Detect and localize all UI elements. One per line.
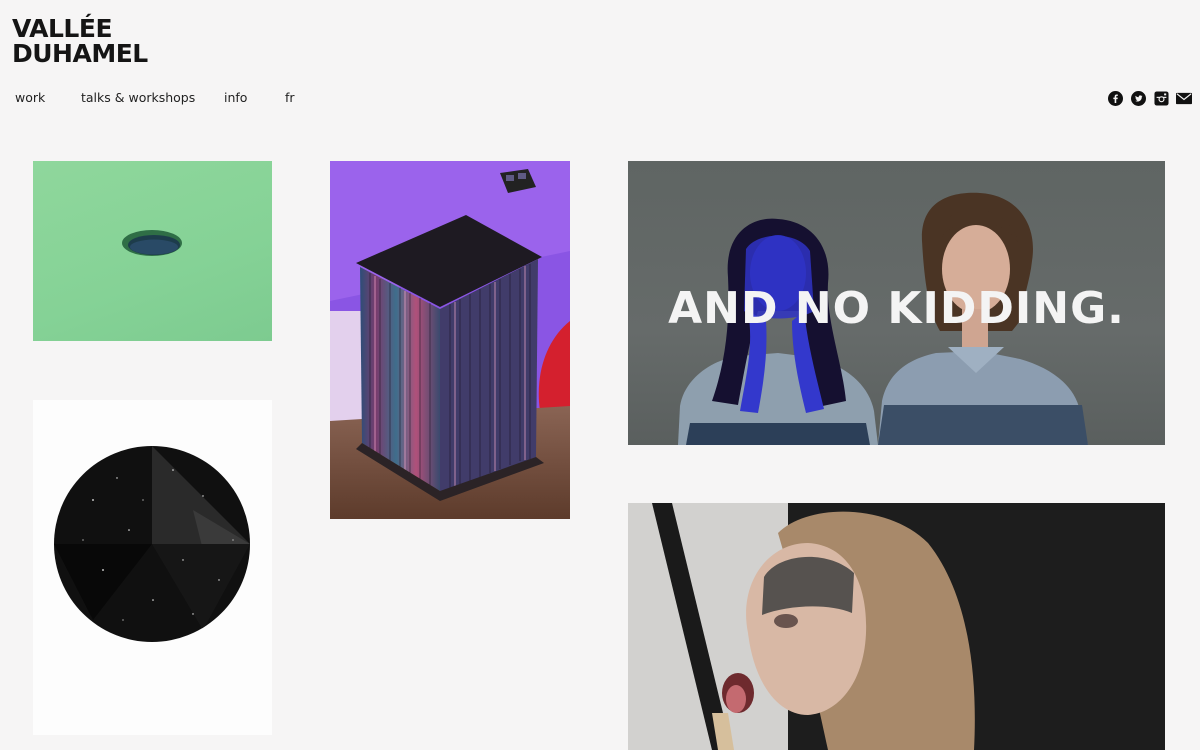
twitter-icon[interactable]: [1130, 90, 1146, 106]
facebook-icon[interactable]: [1107, 90, 1123, 106]
nav-item-fr[interactable]: fr: [285, 90, 295, 105]
portfolio-tile-black-circle[interactable]: [33, 400, 272, 735]
logo-line-2: DUHAMEL: [12, 39, 148, 68]
logo[interactable]: VALLÉE DUHAMEL: [12, 16, 148, 66]
mail-icon[interactable]: [1176, 90, 1192, 106]
portfolio-tile-portrait[interactable]: [628, 503, 1165, 750]
portfolio-tile-green-hole[interactable]: [33, 161, 272, 341]
logo-line-1: VALLÉE: [12, 14, 113, 43]
portfolio-tile-and-no-kidding[interactable]: AND NO KIDDING.: [628, 161, 1165, 445]
portfolio-tile-ribbon-installation[interactable]: [330, 161, 570, 519]
nav-item-work[interactable]: work: [15, 90, 45, 105]
nav-item-talks-workshops[interactable]: talks & workshops: [81, 90, 195, 105]
nav-item-info[interactable]: info: [224, 90, 247, 105]
instagram-icon[interactable]: [1153, 90, 1169, 106]
poster-headline: AND NO KIDDING.: [668, 283, 1125, 334]
